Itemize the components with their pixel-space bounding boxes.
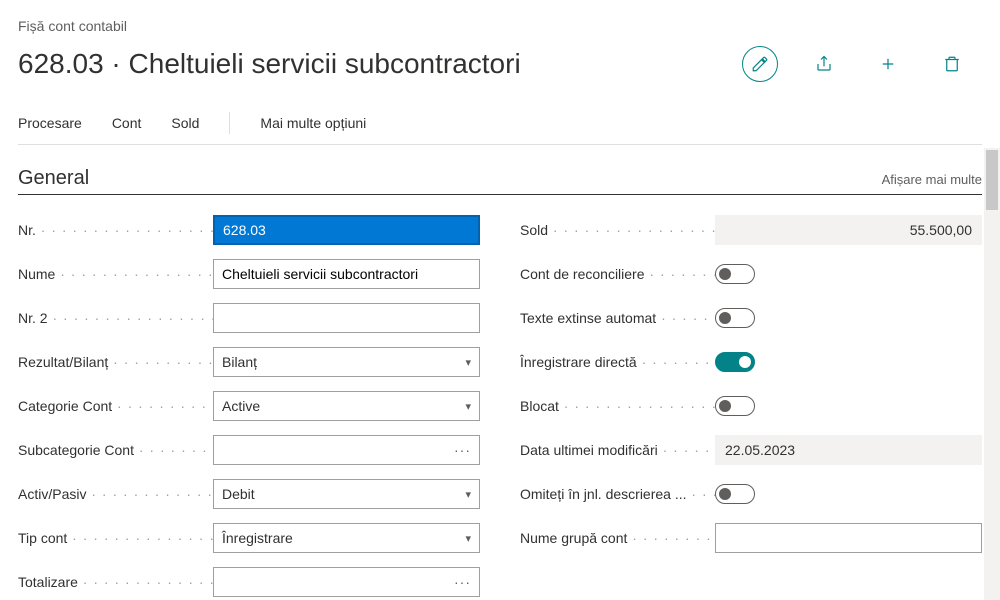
toolbar: Procesare Cont Sold Mai multe opțiuni (18, 112, 982, 145)
input-nr[interactable] (213, 215, 480, 245)
input-nume[interactable] (213, 259, 480, 289)
label-nr2: Nr. 2 (18, 310, 213, 326)
value-data: 22.05.2023 (715, 435, 982, 465)
toolbar-sold[interactable]: Sold (171, 115, 199, 131)
select-tipcont[interactable]: Înregistrare▾ (213, 523, 480, 553)
input-grupa[interactable] (715, 523, 982, 553)
select-categorie[interactable]: Active▾ (213, 391, 480, 421)
label-texte: Texte extinse automat (520, 310, 715, 326)
label-nume: Nume (18, 266, 213, 282)
toolbar-cont[interactable]: Cont (112, 115, 142, 131)
label-directa: Înregistrare directă (520, 354, 715, 370)
toolbar-procesare[interactable]: Procesare (18, 115, 82, 131)
lookup-subcategorie[interactable]: ··· (213, 435, 480, 465)
label-data: Data ultimei modificări (520, 442, 715, 458)
ellipsis-icon: ··· (454, 442, 471, 458)
toggle-directa[interactable] (715, 352, 755, 372)
edit-button[interactable] (742, 46, 778, 82)
chevron-down-icon: ▾ (459, 356, 471, 369)
share-icon (815, 55, 833, 73)
show-more-link[interactable]: Afișare mai multe (882, 172, 982, 187)
toggle-reconciliere[interactable] (715, 264, 755, 284)
new-button[interactable] (870, 46, 906, 82)
trash-icon (943, 55, 961, 73)
label-rezultat: Rezultat/Bilanț (18, 354, 213, 370)
select-activpasiv[interactable]: Debit▾ (213, 479, 480, 509)
label-blocat: Blocat (520, 398, 715, 414)
chevron-down-icon: ▾ (459, 532, 471, 545)
toggle-texte[interactable] (715, 308, 755, 328)
ellipsis-icon: ··· (454, 574, 471, 590)
plus-icon (879, 55, 897, 73)
delete-button[interactable] (934, 46, 970, 82)
select-rezultat[interactable]: Bilanț▾ (213, 347, 480, 377)
label-grupa: Nume grupă cont (520, 530, 715, 546)
section-title-general[interactable]: General (18, 167, 89, 190)
label-categorie: Categorie Cont (18, 398, 213, 414)
header-actions (742, 46, 982, 82)
vertical-scrollbar[interactable] (984, 148, 1000, 600)
toggle-blocat[interactable] (715, 396, 755, 416)
input-nr2[interactable] (213, 303, 480, 333)
share-button[interactable] (806, 46, 842, 82)
value-sold[interactable]: 55.500,00 (715, 215, 982, 245)
label-omiteti: Omiteți în jnl. descrierea ... (520, 486, 715, 502)
label-activpasiv: Activ/Pasiv (18, 486, 213, 502)
page-title: 628.03 · Cheltuieli servicii subcontract… (18, 48, 521, 80)
label-reconciliere: Cont de reconciliere (520, 266, 715, 282)
chevron-down-icon: ▾ (459, 400, 471, 413)
label-tipcont: Tip cont (18, 530, 213, 546)
chevron-down-icon: ▾ (459, 488, 471, 501)
toggle-omiteti[interactable] (715, 484, 755, 504)
label-totalizare: Totalizare (18, 574, 213, 590)
toolbar-more-options[interactable]: Mai multe opțiuni (260, 115, 366, 131)
lookup-totalizare[interactable]: ··· (213, 567, 480, 597)
label-nr: Nr. (18, 222, 213, 238)
toolbar-separator (229, 112, 230, 134)
scrollbar-thumb[interactable] (986, 150, 998, 210)
breadcrumb[interactable]: Fișă cont contabil (18, 18, 982, 34)
pencil-icon (751, 55, 769, 73)
label-subcategorie: Subcategorie Cont (18, 442, 213, 458)
label-sold: Sold (520, 222, 715, 238)
